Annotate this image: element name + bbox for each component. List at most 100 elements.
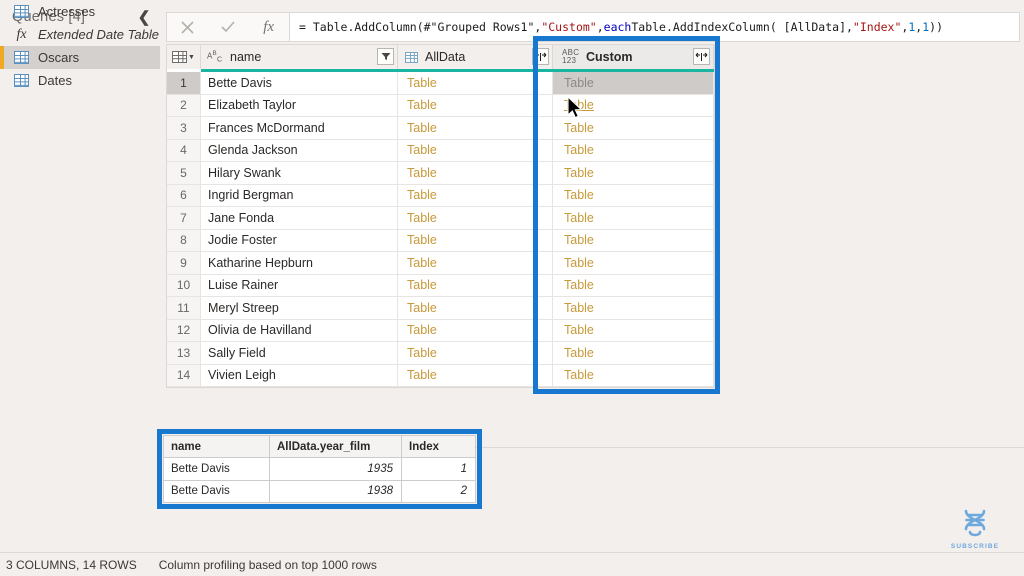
cell-alldata[interactable]: Table: [398, 342, 553, 364]
cell-name[interactable]: Bette Davis: [201, 72, 398, 94]
fx-icon[interactable]: fx: [248, 13, 289, 41]
row-number[interactable]: 11: [167, 297, 201, 319]
table-row[interactable]: 2 Elizabeth Taylor Table Table: [167, 94, 714, 117]
column-header-label: Custom: [586, 50, 633, 64]
cell-alldata[interactable]: Table: [398, 319, 553, 341]
column-header-label: name: [230, 50, 262, 64]
formula-text-part: = Table.AddColumn(#"Grouped Rows1",: [299, 20, 542, 34]
sidebar-item-dates[interactable]: Dates: [0, 69, 160, 92]
close-icon[interactable]: [167, 13, 208, 41]
cell-custom[interactable]: Table: [553, 364, 714, 386]
sidebar-item-extended-date-table[interactable]: fx Extended Date Table: [0, 23, 160, 46]
cell-custom[interactable]: Table: [553, 229, 714, 251]
row-number[interactable]: 1: [167, 72, 201, 94]
cell-custom[interactable]: Table: [553, 297, 714, 319]
row-number[interactable]: 14: [167, 364, 201, 386]
column-header-name[interactable]: ABC name: [201, 45, 398, 69]
cell-custom[interactable]: Table: [553, 72, 714, 94]
abc123-any-icon: ABC 123: [562, 48, 580, 65]
table-row[interactable]: 13 Sally Field Table Table: [167, 342, 714, 365]
table-row[interactable]: 5 Hilary Swank Table Table: [167, 162, 714, 185]
expand-columns-icon[interactable]: [532, 48, 549, 65]
sidebar-item-oscars[interactable]: Oscars: [0, 46, 160, 69]
formula-text-part: ,: [596, 20, 604, 34]
cell-custom[interactable]: Table: [553, 207, 714, 229]
cell-alldata[interactable]: Table: [398, 139, 553, 161]
data-grid-body: 1 Bette Davis Table Table 2 Elizabeth Taylor T…: [167, 72, 714, 387]
sidebar-item-label: Extended Date Table: [38, 27, 159, 42]
row-number[interactable]: 4: [167, 139, 201, 161]
abc-text-icon: ABC: [207, 50, 223, 64]
cell-name[interactable]: Hilary Swank: [201, 162, 398, 184]
cell-custom[interactable]: Table: [553, 274, 714, 296]
cell-alldata[interactable]: Table: [398, 117, 553, 139]
cell-name[interactable]: Jane Fonda: [201, 207, 398, 229]
row-number[interactable]: 6: [167, 184, 201, 206]
cell-alldata[interactable]: Table: [398, 297, 553, 319]
table-row[interactable]: 10 Luise Rainer Table Table: [167, 274, 714, 297]
row-number[interactable]: 5: [167, 162, 201, 184]
cell-name[interactable]: Vivien Leigh: [201, 364, 398, 386]
table-row[interactable]: 14 Vivien Leigh Table Table: [167, 364, 714, 387]
table-row[interactable]: 1 Bette Davis Table Table: [167, 72, 714, 95]
cell-custom[interactable]: Table: [553, 139, 714, 161]
cell-name[interactable]: Ingrid Bergman: [201, 184, 398, 206]
table-row[interactable]: 12 Olivia de Havilland Table Table: [167, 319, 714, 342]
cell-alldata[interactable]: Table: [398, 274, 553, 296]
select-all-columns-button[interactable]: ▼: [167, 45, 201, 69]
row-number[interactable]: 12: [167, 319, 201, 341]
cell-custom[interactable]: Table: [553, 252, 714, 274]
table-row[interactable]: 3 Frances McDormand Table Table: [167, 117, 714, 140]
status-columns-rows: 3 COLUMNS, 14 ROWS: [6, 557, 137, 572]
cell-alldata[interactable]: Table: [398, 162, 553, 184]
row-number[interactable]: 3: [167, 117, 201, 139]
table-row[interactable]: 4 Glenda Jackson Table Table: [167, 139, 714, 162]
cell-alldata[interactable]: Table: [398, 184, 553, 206]
table-row[interactable]: 6 Ingrid Bergman Table Table: [167, 184, 714, 207]
cell-name[interactable]: Frances McDormand: [201, 117, 398, 139]
column-header-custom[interactable]: ABC 123 Custom: [553, 45, 714, 69]
cell-custom[interactable]: Table: [553, 162, 714, 184]
preview-cell: 1: [402, 458, 475, 481]
cell-alldata[interactable]: Table: [398, 364, 553, 386]
cell-alldata[interactable]: Table: [398, 94, 553, 116]
row-number[interactable]: 10: [167, 274, 201, 296]
expand-columns-icon[interactable]: [693, 48, 710, 65]
row-number[interactable]: 8: [167, 229, 201, 251]
table-row[interactable]: 7 Jane Fonda Table Table: [167, 207, 714, 230]
table-row[interactable]: 11 Meryl Streep Table Table: [167, 297, 714, 320]
cell-alldata[interactable]: Table: [398, 252, 553, 274]
cell-name[interactable]: Jodie Foster: [201, 229, 398, 251]
formula-bar-buttons: fx: [166, 12, 290, 42]
cell-alldata[interactable]: Table: [398, 207, 553, 229]
column-header-alldata[interactable]: AllData: [398, 45, 553, 69]
filter-dropdown-icon[interactable]: [377, 48, 394, 65]
table-row[interactable]: 8 Jodie Foster Table Table: [167, 229, 714, 252]
cell-name[interactable]: Sally Field: [201, 342, 398, 364]
cell-custom[interactable]: Table: [553, 342, 714, 364]
cell-name[interactable]: Elizabeth Taylor: [201, 94, 398, 116]
cell-name[interactable]: Olivia de Havilland: [201, 319, 398, 341]
preview-column-header: name: [164, 436, 270, 459]
row-number[interactable]: 2: [167, 94, 201, 116]
table-icon: [14, 74, 29, 87]
cell-custom[interactable]: Table: [553, 319, 714, 341]
queries-pane: Queries [4] ❮ Actresses fx Extended Date…: [0, 0, 160, 552]
formula-text-part: ,: [915, 20, 923, 34]
row-number[interactable]: 13: [167, 342, 201, 364]
cell-name[interactable]: Meryl Streep: [201, 297, 398, 319]
check-icon[interactable]: [208, 13, 249, 41]
row-number[interactable]: 7: [167, 207, 201, 229]
cell-name[interactable]: Luise Rainer: [201, 274, 398, 296]
cell-alldata[interactable]: Table: [398, 72, 553, 94]
cell-name[interactable]: Glenda Jackson: [201, 139, 398, 161]
table-row[interactable]: 9 Katharine Hepburn Table Table: [167, 252, 714, 275]
sidebar-item-actresses[interactable]: Actresses: [0, 0, 160, 23]
row-number[interactable]: 9: [167, 252, 201, 274]
formula-input[interactable]: = Table.AddColumn(#"Grouped Rows1", "Cus…: [290, 12, 1020, 42]
cell-name[interactable]: Katharine Hepburn: [201, 252, 398, 274]
formula-number: 1: [922, 20, 930, 34]
cell-alldata[interactable]: Table: [398, 229, 553, 251]
cell-custom[interactable]: Table: [553, 184, 714, 206]
subscribe-label: SUBSCRIBE: [950, 543, 1000, 550]
